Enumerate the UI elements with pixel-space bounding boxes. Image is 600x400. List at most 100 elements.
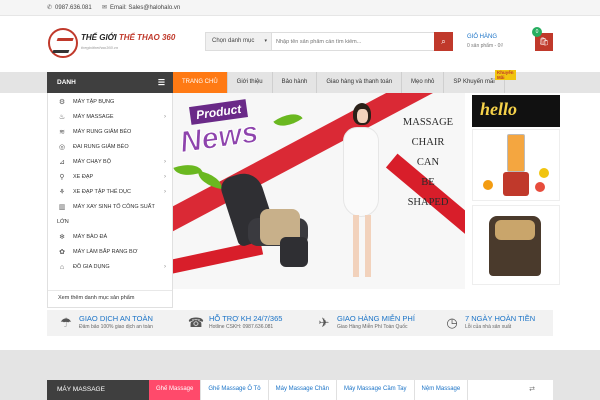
household-icon: ⌂ [59, 264, 65, 271]
cart-widget[interactable]: GIỎ HÀNG 0 sản phẩm - 0₫ 🛍 0 [463, 27, 553, 52]
benefit-title: GIAO HÀNG MIỄN PHÍ [337, 314, 415, 323]
nav-shipping-payment[interactable]: Giao hàng và thanh toán [317, 72, 403, 93]
tab-car-massage-chair[interactable]: Ghế Massage Ô Tô [201, 380, 269, 400]
menu-item-label: MÁY LÀM BẮP RANG BƠ [73, 249, 138, 255]
search-bar: Chọn danh mục ▾ ⌕ [205, 32, 453, 51]
menu-item-blender-cont[interactable]: LỚN [48, 215, 172, 230]
umbrella-icon: ☂ [60, 315, 72, 330]
tab-handheld-massager[interactable]: Máy Massage Cầm Tay [337, 380, 415, 400]
caption-line: MASSAGE [402, 117, 454, 128]
benefit-subtitle: Lỗi của nhà sản xuất [465, 324, 512, 330]
cart-summary: 0 sản phẩm - 0₫ [467, 43, 503, 49]
ab-trainer-icon: ⚙ [58, 99, 66, 106]
blender-base-image [503, 172, 529, 196]
benefits-strip: ☂ GIAO DỊCH AN TOÀN Đảm bảo 100% giao dị… [47, 310, 553, 336]
blender-jar-image [507, 134, 525, 172]
nav-tips[interactable]: Mẹo nhỏ [402, 72, 445, 93]
exercise-bike-icon: ⚘ [58, 189, 66, 196]
benefit-title: HỖ TRỢ KH 24/7/365 [209, 314, 283, 323]
promo-hot-badge: Khuyến Mãi [495, 70, 516, 80]
menu-item-label: LỚN [57, 219, 69, 225]
ice-shaver-icon: ❄ [59, 234, 65, 241]
chevron-right-icon: › [164, 264, 166, 270]
menu-item-label: MÁY BÀO ĐÁ [73, 234, 108, 240]
menu-item-bicycle[interactable]: ⚲ XE ĐẠP › [48, 170, 172, 185]
menu-item-belt[interactable]: ◎ ĐAI RUNG GIẢM BÉO [48, 140, 172, 155]
phone-number: 0987.636.081 [55, 4, 92, 11]
nav-home[interactable]: TRANG CHỦ [173, 72, 228, 93]
logo-mark-icon [48, 28, 78, 58]
nav-about[interactable]: Giới thiệu [228, 72, 273, 93]
treadmill-icon: ⊿ [59, 159, 65, 166]
search-button[interactable]: ⌕ [434, 32, 453, 51]
blender-promo-banner[interactable] [472, 129, 560, 201]
search-icon: ⌕ [441, 37, 446, 46]
menu-item-popcorn[interactable]: ✿ MÁY LÀM BẮP RANG BƠ [48, 245, 172, 260]
apple-fruit-image [535, 182, 545, 192]
caption-line: CHAIR [411, 137, 445, 148]
lemon-fruit-image [539, 168, 549, 178]
tab-foot-massager[interactable]: Máy Massage Chân [269, 380, 337, 400]
view-more-categories[interactable]: Xem thêm danh mục sản phẩm [48, 290, 172, 305]
benefit-subtitle: Đảm bảo 100% giao dịch an toàn [79, 324, 153, 330]
chevron-right-icon: › [164, 174, 166, 180]
top-bar: ✆ 0987.636.081 ✉ Email: Sales@halohalo.v… [0, 0, 600, 16]
hello-promo-banner[interactable]: hello [472, 95, 560, 127]
menu-item-label: ĐAI RUNG GIẢM BÉO [73, 144, 129, 150]
swap-arrows-icon[interactable]: ⇄ [529, 385, 535, 393]
category-menu: ⚙ MÁY TẬP BỤNG ♨ MÁY MASSAGE › ≋ MÁY RUN… [47, 93, 173, 308]
massage-chair-image [218, 168, 318, 268]
menu-item-exercise-bike[interactable]: ⚘ XE ĐẠP TẬP THỂ DỤC › [48, 185, 172, 200]
foot-massager-promo-banner[interactable] [472, 205, 560, 285]
email-contact[interactable]: ✉ Email: Sales@halohalo.vn [102, 4, 180, 12]
category-menu-header[interactable]: DANH ☰ [47, 72, 173, 93]
cart-title: GIỎ HÀNG [467, 34, 498, 40]
phone-contact[interactable]: ✆ 0987.636.081 [47, 4, 92, 12]
menu-item-vibration[interactable]: ≋ MÁY RUNG GIẢM BÉO [48, 125, 172, 140]
benefit-subtitle: Giao Hàng Miễn Phí Toàn Quốc [337, 324, 408, 330]
search-input[interactable] [276, 34, 431, 49]
chevron-right-icon: › [164, 189, 166, 195]
tab-massage-mattress[interactable]: Nệm Massage [415, 380, 469, 400]
menu-item-household[interactable]: ⌂ ĐỒ GIA DỤNG › [48, 260, 172, 275]
foot-massager-panel [495, 220, 535, 240]
bicycle-icon: ⚲ [59, 174, 65, 181]
hamburger-icon: ☰ [157, 78, 165, 87]
logo-name-part-1: THẾ GIỚI [81, 33, 117, 42]
menu-item-label: MÁY CHẠY BỘ [73, 159, 112, 165]
menu-item-blender[interactable]: ▥ MÁY XAY SINH TỐ CÔNG SUẤT [48, 200, 172, 215]
menu-item-ab-trainer[interactable]: ⚙ MÁY TẬP BỤNG [48, 95, 172, 110]
header: THẾ GIỚI THỂ THAO 360 thegioithethao360.… [0, 16, 600, 72]
benefit-subtitle: Hotline CSKH: 0987.636.081 [209, 324, 274, 330]
benefit-title: GIAO DỊCH AN TOÀN [79, 314, 153, 323]
cart-count-badge: 0 [532, 27, 542, 37]
section-title: MÁY MASSAGE [47, 380, 149, 400]
product-news-badge: Product News [178, 99, 283, 171]
menu-item-label: MÁY XAY SINH TỐ CÔNG SUẤT [73, 204, 155, 210]
mail-icon: ✉ [102, 5, 108, 11]
chevron-right-icon: › [164, 114, 166, 120]
menu-item-treadmill[interactable]: ⊿ MÁY CHẠY BỘ › [48, 155, 172, 170]
airplane-icon: ✈ [318, 315, 330, 330]
main-navbar: DANH ☰ TRANG CHỦ Giới thiệu Bảo hành Gia… [0, 70, 600, 93]
menu-item-label: MÁY RUNG GIẢM BÉO [73, 129, 132, 135]
menu-item-massage[interactable]: ♨ MÁY MASSAGE › [48, 110, 172, 125]
site-logo[interactable]: THẾ GIỚI THỂ THAO 360 thegioithethao360.… [48, 28, 176, 58]
support-icon: ☎ [187, 315, 205, 330]
nav-warranty[interactable]: Bảo hành [273, 72, 318, 93]
caption-line: SHAPED [407, 197, 449, 208]
chevron-down-icon: ▾ [264, 38, 267, 44]
logo-name-part-2: THỂ THAO 360 [118, 33, 176, 42]
tab-massage-chair[interactable]: Ghế Massage [149, 380, 202, 400]
menu-item-label: XE ĐẠP TẬP THỂ DỤC [73, 189, 131, 195]
benefit-title: 7 NGÀY HOÀN TIỀN [465, 314, 536, 323]
popcorn-icon: ✿ [59, 249, 65, 256]
menu-item-ice-shaver[interactable]: ❄ MÁY BÀO ĐÁ [48, 230, 172, 245]
massage-section-bar: MÁY MASSAGE Ghế Massage Ghế Massage Ô Tô… [47, 380, 553, 400]
caption-line: CAN [416, 157, 440, 168]
category-select[interactable]: Chọn danh mục ▾ [206, 33, 272, 50]
main-banner[interactable]: Product News MASSAGE CHAIR CAN BE SHAPED [173, 93, 465, 289]
logo-tagline: thegioithethao360.vn [81, 45, 119, 50]
menu-item-label: MÁY MASSAGE [73, 114, 114, 120]
menu-item-label: XE ĐẠP [73, 174, 94, 180]
